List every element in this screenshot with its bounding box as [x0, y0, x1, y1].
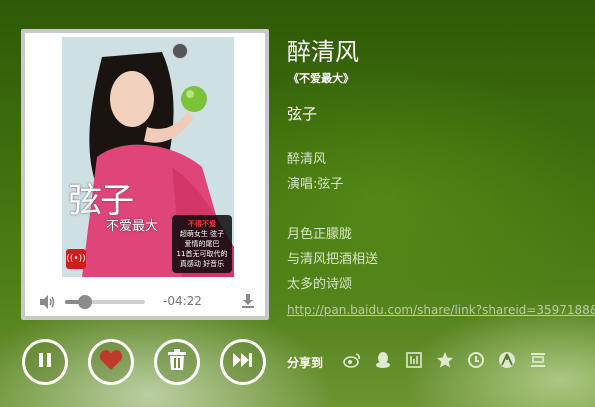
like-button[interactable]: [88, 339, 134, 385]
cover-subtitle: 不爱最大: [106, 219, 159, 234]
volume-slider[interactable]: [65, 295, 145, 309]
trash-icon: [167, 349, 187, 375]
player-bar: -04:22: [39, 291, 257, 311]
volume-knob[interactable]: [78, 295, 92, 309]
lyric-line: 太多的诗颂: [287, 277, 353, 292]
pause-icon: [37, 352, 53, 372]
kaixin-icon[interactable]: [467, 351, 485, 369]
lyric-line: 醉清风: [287, 152, 327, 167]
lyric-line: 月色正朦胧: [287, 227, 353, 242]
weibo-icon[interactable]: [343, 351, 361, 369]
next-button[interactable]: [220, 339, 266, 385]
label-logo-icon: ((•)): [66, 249, 86, 269]
share-icons: [343, 351, 547, 369]
next-icon: [232, 352, 254, 372]
download-icon[interactable]: [240, 293, 256, 309]
cover-sticker: 不得不爱 超萌女生 弦子 爱情的尾巴 11首无可取代的 真感动 好音乐: [172, 215, 232, 273]
douban-radio-icon[interactable]: [498, 351, 516, 369]
cover-sticker-line: 真感动 好音乐: [179, 260, 225, 268]
lyric-line: 与清风把酒相送: [287, 252, 379, 267]
cover-sticker-line: 不得不爱: [188, 220, 216, 228]
share-link[interactable]: http://pan.baidu.com/share/link?shareid=…: [287, 303, 595, 317]
album-name: 《不爱最大》: [288, 72, 354, 85]
delete-button[interactable]: [154, 339, 200, 385]
favorite-icon[interactable]: [436, 351, 454, 369]
cover-sticker-line: 超萌女生 弦子: [179, 230, 225, 238]
cover-sticker-line: 爱情的尾巴: [184, 240, 220, 248]
volume-icon[interactable]: [39, 294, 55, 309]
time-remaining: -04:22: [163, 294, 202, 308]
artist-name: 弦子: [287, 105, 318, 123]
album-cover-image: 弦子 不爱最大 不得不爱 超萌女生 弦子 爱情的尾巴 11首无可取代的 真感动 …: [62, 37, 234, 277]
douban-icon[interactable]: [529, 351, 547, 369]
renren-icon[interactable]: [405, 351, 423, 369]
qq-icon[interactable]: [374, 351, 392, 369]
lyric-line: 演唱:弦子: [287, 177, 344, 192]
album-cover-frame: 弦子 不爱最大 不得不爱 超萌女生 弦子 爱情的尾巴 11首无可取代的 真感动 …: [21, 29, 269, 320]
share-label: 分享到: [287, 356, 324, 370]
pause-button[interactable]: [22, 339, 68, 385]
heart-icon: [99, 349, 123, 375]
cover-sticker-line: 11首无可取代的: [176, 250, 228, 258]
song-title: 醉清风: [287, 38, 359, 66]
cover-badge-icon: [172, 43, 188, 59]
